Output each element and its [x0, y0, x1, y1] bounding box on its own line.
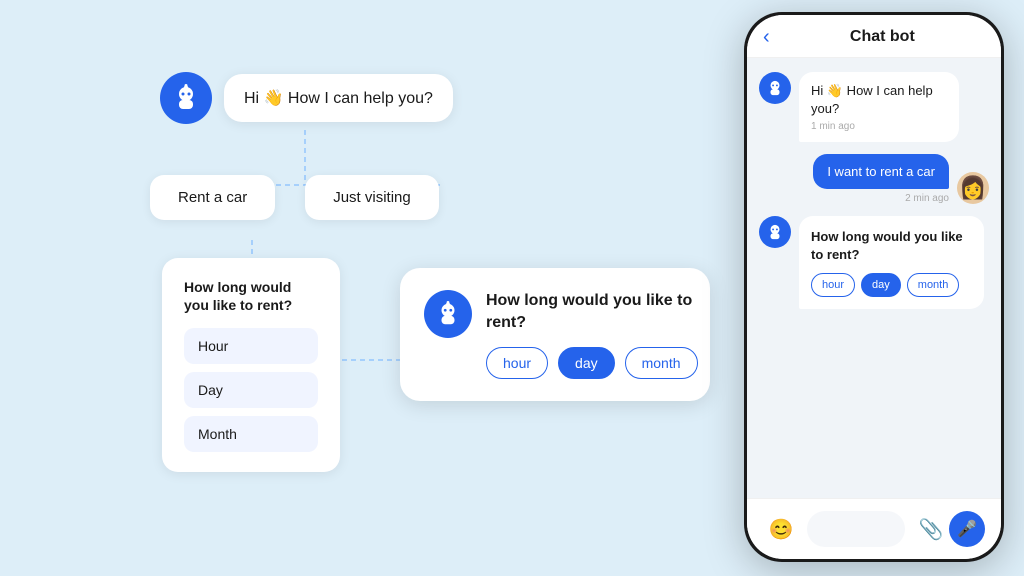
- attach-button[interactable]: 📎: [913, 511, 949, 547]
- emoji-button[interactable]: 😊: [763, 511, 799, 547]
- just-visiting-option[interactable]: Just visiting: [305, 175, 439, 220]
- bot-rent-bubble: How long would you like to rent? hour da…: [799, 216, 984, 309]
- bot-rent-question: How long would you like to rent?: [811, 228, 972, 263]
- phone-chip-hour[interactable]: hour: [811, 273, 855, 297]
- phone-chip-day[interactable]: day: [861, 273, 901, 297]
- rent-car-option[interactable]: Rent a car: [150, 175, 275, 220]
- chip-day[interactable]: day: [558, 347, 615, 379]
- options-row: Rent a car Just visiting: [150, 175, 439, 220]
- chat-body: Hi 👋 How I can help you? 1 min ago I wan…: [747, 58, 1001, 498]
- phone-screen: ‹ Chat bot Hi 👋 How I can help you?: [747, 15, 1001, 559]
- back-button[interactable]: ‹: [763, 27, 770, 47]
- day-option[interactable]: Day: [184, 372, 318, 408]
- greeting-area: Hi 👋 How I can help you?: [160, 72, 453, 124]
- user-timestamp-1: 2 min ago: [905, 193, 949, 204]
- bot-timestamp-1: 1 min ago: [811, 121, 947, 132]
- expanded-bot-icon: [424, 290, 472, 338]
- phone-chip-month[interactable]: month: [907, 273, 960, 297]
- bot-avatar-1: [759, 72, 791, 104]
- chip-month[interactable]: month: [625, 347, 698, 379]
- mic-button[interactable]: 🎤: [949, 511, 985, 547]
- message-input[interactable]: [807, 511, 905, 547]
- phone: ‹ Chat bot Hi 👋 How I can help you?: [744, 12, 1004, 562]
- expanded-question: How long would you like to rent?: [486, 290, 698, 333]
- bot-message-text-1: Hi 👋 How I can help you?: [811, 82, 947, 117]
- bot-avatar-2: [759, 216, 791, 248]
- phone-chip-row: hour day month: [811, 273, 972, 297]
- rent-question-label: How long would you like to rent?: [184, 278, 318, 314]
- phone-title: Chat bot: [780, 28, 985, 46]
- user-message-1: I want to rent a car 2 min ago 👩: [759, 154, 989, 204]
- bot-rent-row: How long would you like to rent? hour da…: [759, 216, 989, 309]
- rent-detail-card: How long would you like to rent? Hour Da…: [162, 258, 340, 472]
- user-bubble-1: I want to rent a car: [813, 154, 949, 189]
- bot-icon-greeting: [160, 72, 212, 124]
- greeting-bubble: Hi 👋 How I can help you?: [224, 74, 453, 122]
- phone-footer: 😊 📎 🎤: [747, 498, 1001, 559]
- user-avatar: 👩: [957, 172, 989, 204]
- chip-hour[interactable]: hour: [486, 347, 548, 379]
- bot-message-1: Hi 👋 How I can help you? 1 min ago: [759, 72, 989, 142]
- phone-header: ‹ Chat bot: [747, 15, 1001, 58]
- expanded-bot-card: How long would you like to rent? hour da…: [400, 268, 710, 401]
- month-option[interactable]: Month: [184, 416, 318, 452]
- chip-row: hour day month: [486, 347, 698, 379]
- user-msg-col: I want to rent a car 2 min ago: [813, 154, 949, 204]
- bot-bubble-1: Hi 👋 How I can help you? 1 min ago: [799, 72, 959, 142]
- greeting-text: Hi 👋 How I can help you?: [244, 90, 433, 107]
- hour-option[interactable]: Hour: [184, 328, 318, 364]
- expanded-card-content: How long would you like to rent? hour da…: [486, 290, 698, 379]
